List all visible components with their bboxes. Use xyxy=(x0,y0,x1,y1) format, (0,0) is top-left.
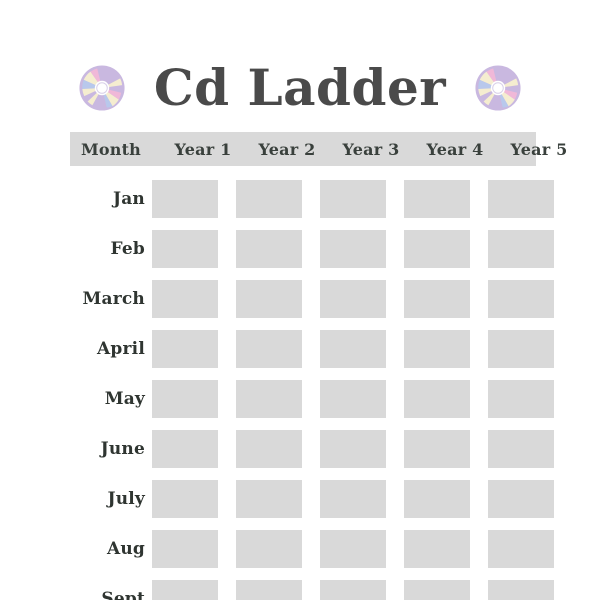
table-row: May xyxy=(70,380,554,418)
entry-cell[interactable] xyxy=(320,280,386,318)
table-row: Feb xyxy=(70,230,554,268)
column-header-month: Month xyxy=(80,139,142,159)
column-header-year-2: Year 2 xyxy=(258,139,316,159)
table-row: March xyxy=(70,280,554,318)
month-label-march: March xyxy=(82,289,145,309)
month-label-jan: Jan xyxy=(112,189,145,209)
entry-cell[interactable] xyxy=(152,580,218,600)
entry-cell[interactable] xyxy=(236,230,302,268)
entry-cell[interactable] xyxy=(488,230,554,268)
entry-cell[interactable] xyxy=(404,230,470,268)
title-band: Cd Ladder xyxy=(0,52,600,124)
entry-cell[interactable] xyxy=(320,330,386,368)
row-cells xyxy=(152,530,554,568)
entry-cell[interactable] xyxy=(236,580,302,600)
entry-cell[interactable] xyxy=(236,280,302,318)
table-row: Sept xyxy=(70,580,554,600)
row-cells xyxy=(152,330,554,368)
entry-cell[interactable] xyxy=(152,430,218,468)
entry-cell[interactable] xyxy=(488,380,554,418)
month-label-june: June xyxy=(100,439,145,459)
entry-cell[interactable] xyxy=(152,280,218,318)
row-cells xyxy=(152,580,554,600)
row-cells xyxy=(152,230,554,268)
table-row: July xyxy=(70,480,554,518)
entry-cell[interactable] xyxy=(404,180,470,218)
month-label-july: July xyxy=(107,489,145,509)
month-label-aug: Aug xyxy=(106,539,145,559)
entry-cell[interactable] xyxy=(320,580,386,600)
entry-cell[interactable] xyxy=(404,480,470,518)
month-label-april: April xyxy=(97,339,145,359)
entry-cell[interactable] xyxy=(152,330,218,368)
entry-cell[interactable] xyxy=(404,380,470,418)
entry-cell[interactable] xyxy=(488,180,554,218)
month-label-feb: Feb xyxy=(110,239,145,259)
entry-cell[interactable] xyxy=(488,280,554,318)
entry-cell[interactable] xyxy=(320,480,386,518)
entry-cell[interactable] xyxy=(488,580,554,600)
entry-cell[interactable] xyxy=(404,530,470,568)
entry-cell[interactable] xyxy=(488,330,554,368)
page-title: Cd Ladder xyxy=(153,58,447,117)
entry-cell[interactable] xyxy=(152,530,218,568)
table-row: Jan xyxy=(70,180,554,218)
entry-cell[interactable] xyxy=(320,180,386,218)
entry-cell[interactable] xyxy=(152,480,218,518)
month-label-sept: Sept xyxy=(101,589,145,600)
column-header-year-1: Year 1 xyxy=(174,139,232,159)
row-cells xyxy=(152,380,554,418)
column-header-year-3: Year 3 xyxy=(342,139,400,159)
table-row: June xyxy=(70,430,554,468)
entry-cell[interactable] xyxy=(236,430,302,468)
cd-disc-icon-right xyxy=(475,65,521,111)
table-header-row: Month Year 1 Year 2 Year 3 Year 4 Year 5 xyxy=(70,132,567,166)
entry-cell[interactable] xyxy=(236,180,302,218)
entry-cell[interactable] xyxy=(236,330,302,368)
table-row: Aug xyxy=(70,530,554,568)
cd-disc-icon-left xyxy=(79,65,125,111)
entry-cell[interactable] xyxy=(488,430,554,468)
row-cells xyxy=(152,280,554,318)
entry-cell[interactable] xyxy=(152,380,218,418)
entry-cell[interactable] xyxy=(152,180,218,218)
row-cells xyxy=(152,480,554,518)
entry-cell[interactable] xyxy=(404,280,470,318)
table-row: April xyxy=(70,330,554,368)
row-cells xyxy=(152,430,554,468)
entry-cell[interactable] xyxy=(404,330,470,368)
entry-cell[interactable] xyxy=(236,380,302,418)
entry-cell[interactable] xyxy=(152,230,218,268)
entry-cell[interactable] xyxy=(488,480,554,518)
cd-ladder-table: Month Year 1 Year 2 Year 3 Year 4 Year 5… xyxy=(70,132,567,600)
column-header-year-5: Year 5 xyxy=(510,139,568,159)
month-label-may: May xyxy=(104,389,145,409)
row-cells xyxy=(152,180,554,218)
table-body: Jan Feb March April May June July Aug Se… xyxy=(70,180,554,600)
entry-cell[interactable] xyxy=(488,530,554,568)
entry-cell[interactable] xyxy=(320,230,386,268)
entry-cell[interactable] xyxy=(404,580,470,600)
column-header-year-4: Year 4 xyxy=(426,139,484,159)
entry-cell[interactable] xyxy=(236,480,302,518)
entry-cell[interactable] xyxy=(320,530,386,568)
entry-cell[interactable] xyxy=(320,380,386,418)
entry-cell[interactable] xyxy=(404,430,470,468)
cd-ladder-worksheet: Cd Ladder Month Year 1 Year 2 Year 3 Yea… xyxy=(0,0,600,600)
entry-cell[interactable] xyxy=(236,530,302,568)
entry-cell[interactable] xyxy=(320,430,386,468)
